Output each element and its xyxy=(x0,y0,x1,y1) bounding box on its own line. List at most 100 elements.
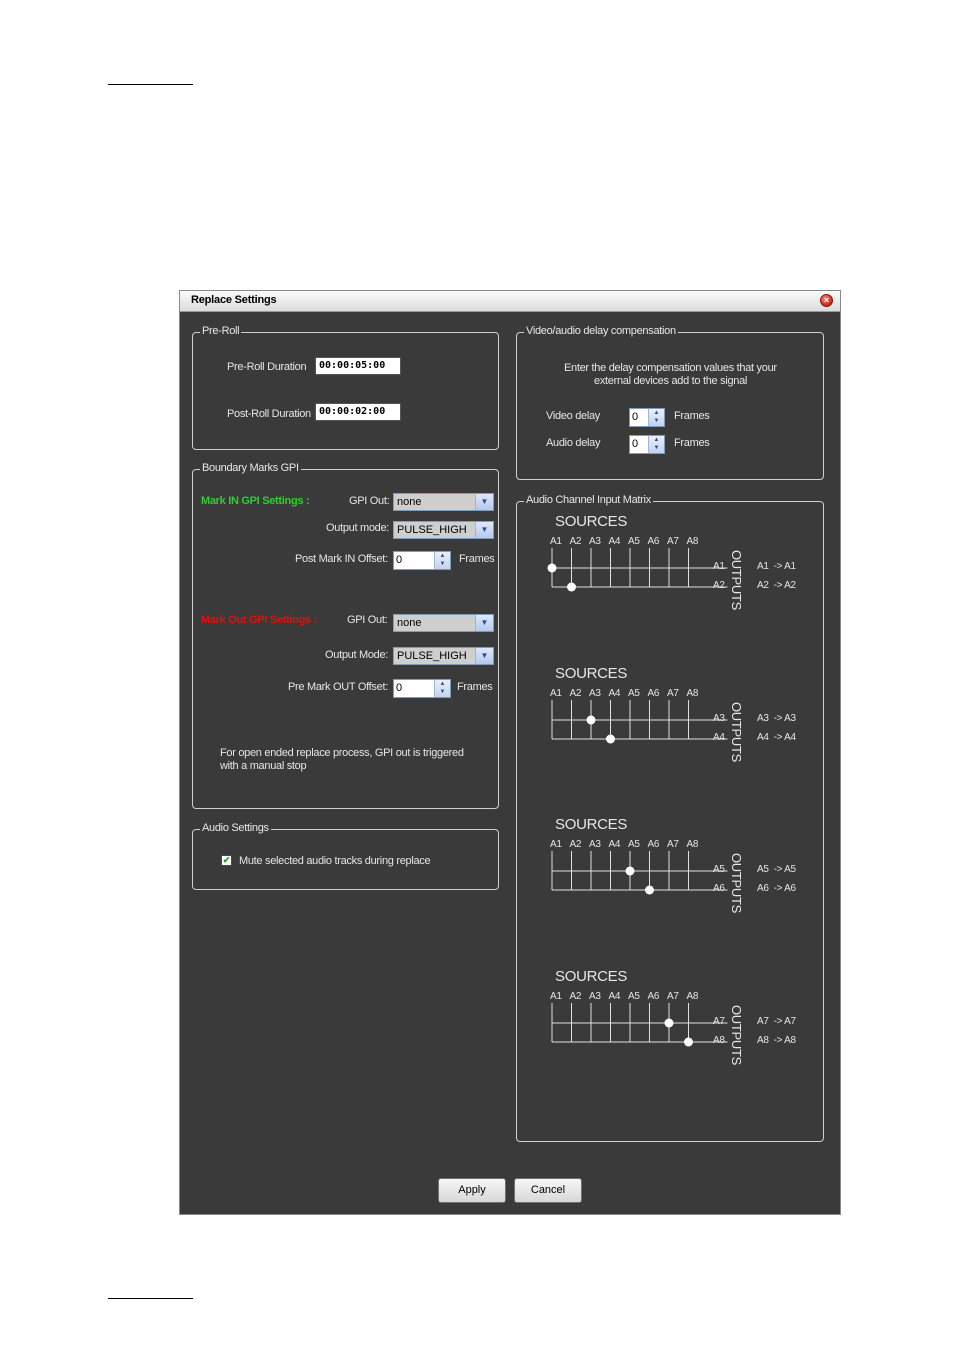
outputs-title: OUTPUTS xyxy=(729,1005,744,1066)
mute-checkbox-label: Mute selected audio tracks during replac… xyxy=(239,855,431,867)
audio-matrix-group: Audio Channel Input Matrix SOURCES A1 A2 A3… xyxy=(516,494,824,1142)
delay-compensation-group: Video/audio delay compensation Enter the… xyxy=(516,325,824,480)
chevron-down-icon[interactable]: ▼ xyxy=(475,522,493,538)
matrix-grid xyxy=(551,700,728,744)
mark-in-gpi-out-label: GPI Out: xyxy=(349,495,390,507)
output-label: A5 xyxy=(713,864,725,875)
preroll-legend: Pre-Roll xyxy=(200,325,242,337)
boundary-marks-gpi-group: Boundary Marks GPI Mark IN GPI Settings … xyxy=(192,462,499,809)
post-mark-in-offset-unit: Frames xyxy=(459,553,495,565)
chevron-down-icon[interactable]: ▼ xyxy=(475,648,493,664)
gpi-note-line2: with a manual stop xyxy=(220,760,307,772)
route-label: A5 -> A5 xyxy=(757,864,796,875)
post-mark-in-offset-stepper[interactable]: 0 ▲ ▼ xyxy=(393,551,451,570)
delay-description-line1: Enter the delay compensation values that… xyxy=(564,362,777,374)
mark-out-gpi-out-label: GPI Out: xyxy=(347,614,388,626)
mark-out-gpi-out-value: none xyxy=(397,617,422,629)
output-label: A2 xyxy=(713,580,725,591)
route-label: A1 -> A1 xyxy=(757,561,796,572)
audio-settings-group: Audio Settings ✔ Mute selected audio tra… xyxy=(192,822,499,890)
audio-matrix-block: SOURCES A1 A2 A3 A4 A5 A6 A7 A8 A1 A2 A1 -> A1 A2 ->… xyxy=(517,510,797,650)
preroll-group: Pre-Roll Pre-Roll Duration 00:00:05:00 P… xyxy=(192,325,499,450)
title-bar: Replace Settings × xyxy=(180,291,840,312)
pre-mark-out-offset-label: Pre Mark OUT Offset: xyxy=(288,681,388,693)
audio-matrix-block: SOURCES A1 A2 A3 A4 A5 A6 A7 A8 A7 A8 A7 -> A7 A8 ->… xyxy=(517,965,797,1105)
route-label: A8 -> A8 xyxy=(757,1035,796,1046)
mark-in-output-mode-value: PULSE_HIGH xyxy=(397,524,467,536)
mark-out-output-mode-select[interactable]: PULSE_HIGH ▼ xyxy=(393,647,494,665)
postroll-duration-label: Post-Roll Duration xyxy=(227,408,311,420)
output-label: A7 xyxy=(713,1016,725,1027)
mark-in-gpi-out-select[interactable]: none ▼ xyxy=(393,493,494,511)
video-delay-unit: Frames xyxy=(674,410,710,422)
page-header-rule xyxy=(108,84,193,85)
routing-node[interactable] xyxy=(606,734,615,744)
audio-settings-legend: Audio Settings xyxy=(200,822,271,834)
pre-mark-out-offset-value: 0 xyxy=(396,682,403,694)
audio-matrix-block: SOURCES A1 A2 A3 A4 A5 A6 A7 A8 A3 A4 A3 -> A3 A4 ->… xyxy=(517,662,797,802)
routing-node[interactable] xyxy=(547,563,557,573)
route-label: A4 -> A4 xyxy=(757,732,796,743)
routing-node[interactable] xyxy=(664,1018,674,1028)
audio-matrix-block: SOURCES A1 A2 A3 A4 A5 A6 A7 A8 A5 A6 A5 -> A5 A6 ->… xyxy=(517,813,797,953)
video-delay-label: Video delay xyxy=(546,410,600,422)
delay-description-line2: external devices add to the signal xyxy=(594,375,748,387)
audio-delay-stepper[interactable]: 0 ▲ ▼ xyxy=(629,435,665,454)
post-mark-in-offset-value: 0 xyxy=(396,554,403,566)
post-mark-in-offset-label: Post Mark IN Offset: xyxy=(295,553,388,565)
chevron-down-icon[interactable]: ▼ xyxy=(475,494,493,510)
audio-matrix-legend: Audio Channel Input Matrix xyxy=(524,494,653,506)
mark-out-heading: Mark Out GPI Settings : xyxy=(201,614,317,626)
video-delay-stepper[interactable]: 0 ▲ ▼ xyxy=(629,408,665,427)
stepper-arrows-icon[interactable]: ▲ ▼ xyxy=(434,680,450,697)
matrix-grid xyxy=(551,1003,728,1047)
output-label: A4 xyxy=(713,732,725,743)
stepper-arrows-icon[interactable]: ▲ ▼ xyxy=(648,436,664,453)
outputs-title: OUTPUTS xyxy=(729,702,744,763)
route-label: A7 -> A7 xyxy=(757,1016,796,1027)
preroll-duration-field[interactable]: 00:00:05:00 xyxy=(315,357,401,375)
replace-settings-dialog: Replace Settings × Pre-Roll Pre-Roll Dur… xyxy=(179,290,841,1215)
matrix-grid xyxy=(547,548,728,592)
gpi-note-line1: For open ended replace process, GPI out … xyxy=(220,747,464,759)
mark-in-gpi-out-value: none xyxy=(397,496,422,508)
routing-node[interactable] xyxy=(586,715,596,725)
mark-in-output-mode-select[interactable]: PULSE_HIGH ▼ xyxy=(393,521,494,539)
mark-out-output-mode-label: Output Mode: xyxy=(325,649,389,661)
route-label: A6 -> A6 xyxy=(757,883,796,894)
postroll-duration-field[interactable]: 00:00:02:00 xyxy=(315,403,401,421)
outputs-title: OUTPUTS xyxy=(729,550,744,611)
boundary-marks-legend: Boundary Marks GPI xyxy=(200,462,301,474)
route-label: A2 -> A2 xyxy=(757,580,796,591)
close-icon[interactable]: × xyxy=(820,294,833,307)
dialog-title: Replace Settings xyxy=(191,294,277,306)
cancel-button[interactable]: Cancel xyxy=(514,1178,582,1203)
routing-node[interactable] xyxy=(567,582,576,592)
pre-mark-out-offset-unit: Frames xyxy=(457,681,493,693)
mark-in-heading: Mark IN GPI Settings : xyxy=(201,495,310,507)
routing-node[interactable] xyxy=(684,1037,693,1047)
output-label: A6 xyxy=(713,883,725,894)
stepper-arrows-icon[interactable]: ▲ ▼ xyxy=(434,552,450,569)
mute-checkbox[interactable]: ✔ xyxy=(221,855,232,866)
audio-delay-value: 0 xyxy=(632,438,639,450)
mark-in-output-mode-label: Output mode: xyxy=(326,522,390,534)
page-footer-rule xyxy=(108,1298,193,1299)
audio-delay-unit: Frames xyxy=(674,437,710,449)
output-label: A3 xyxy=(713,713,725,724)
output-label: A1 xyxy=(713,561,725,572)
routing-node[interactable] xyxy=(625,866,635,876)
stepper-arrows-icon[interactable]: ▲ ▼ xyxy=(648,409,664,426)
routing-node[interactable] xyxy=(645,885,654,895)
mark-out-output-mode-value: PULSE_HIGH xyxy=(397,650,467,662)
output-label: A8 xyxy=(713,1035,725,1046)
pre-mark-out-offset-stepper[interactable]: 0 ▲ ▼ xyxy=(393,679,451,698)
route-label: A3 -> A3 xyxy=(757,713,796,724)
audio-delay-label: Audio delay xyxy=(546,437,601,449)
mark-out-gpi-out-select[interactable]: none ▼ xyxy=(393,614,494,632)
delay-compensation-legend: Video/audio delay compensation xyxy=(524,325,678,337)
apply-button[interactable]: Apply xyxy=(438,1178,506,1203)
preroll-duration-label: Pre-Roll Duration xyxy=(227,361,307,373)
chevron-down-icon[interactable]: ▼ xyxy=(475,615,493,631)
matrix-grid xyxy=(551,851,728,895)
